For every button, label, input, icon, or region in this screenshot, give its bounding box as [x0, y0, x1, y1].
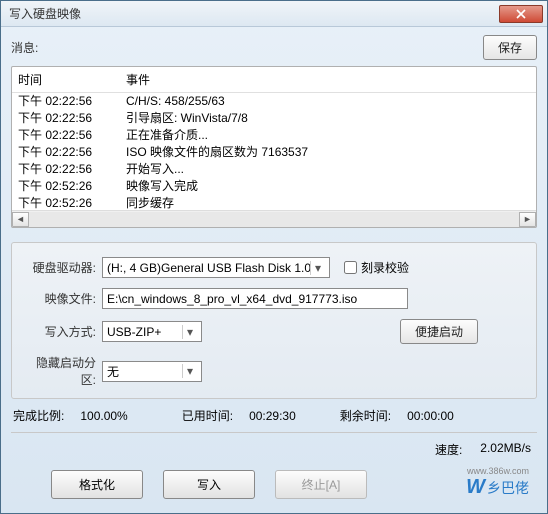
- remain-value: 00:00:00: [407, 409, 454, 423]
- titlebar: 写入硬盘映像: [1, 1, 547, 27]
- window-title: 写入硬盘映像: [9, 5, 499, 22]
- abort-button: 终止[A]: [275, 470, 367, 499]
- image-path-input[interactable]: [102, 288, 408, 309]
- done-label: 完成比例:: [13, 407, 64, 424]
- drive-select[interactable]: (H:, 4 GB)General USB Flash Disk 1.00 ▾: [102, 257, 330, 278]
- log-row: 下午 02:52:26同步缓存: [18, 195, 530, 210]
- timing-row: 完成比例: 100.00% 已用时间: 00:29:30 剩余时间: 00:00…: [11, 407, 537, 424]
- brand-text: 乡巴佬: [487, 478, 529, 498]
- drive-label: 硬盘驱动器:: [22, 259, 102, 276]
- log-row-event: 开始写入...: [126, 161, 184, 178]
- speed-value: 2.02MB/s: [480, 441, 531, 458]
- log-row-event: C/H/S: 458/255/63: [126, 93, 225, 110]
- verify-label: 刻录校验: [361, 259, 409, 276]
- scroll-track[interactable]: [29, 212, 519, 227]
- log-row: 下午 02:22:56正在准备介质...: [18, 127, 530, 144]
- log-row-time: 下午 02:52:26: [18, 195, 126, 210]
- elapsed-label: 已用时间:: [182, 407, 233, 424]
- method-label: 写入方式:: [22, 323, 102, 340]
- hidden-select[interactable]: 无 ▾: [102, 361, 202, 382]
- log-row-time: 下午 02:52:26: [18, 178, 126, 195]
- log-row: 下午 02:22:56C/H/S: 458/255/63: [18, 93, 530, 110]
- quickboot-button[interactable]: 便捷启动: [400, 319, 478, 344]
- log-row-event: ISO 映像文件的扇区数为 7163537: [126, 144, 308, 161]
- verify-checkbox-input[interactable]: [344, 261, 357, 274]
- brand: www.386w.com W 乡巴佬: [466, 476, 529, 499]
- hidden-label: 隐藏启动分区:: [22, 354, 102, 388]
- log-row-event: 引导扇区: WinVista/7/8: [126, 110, 248, 127]
- log-row-time: 下午 02:22:56: [18, 144, 126, 161]
- log-row: 下午 02:22:56开始写入...: [18, 161, 530, 178]
- log-body: 下午 02:22:56C/H/S: 458/255/63下午 02:22:56引…: [12, 93, 536, 210]
- log-row: 下午 02:22:56ISO 映像文件的扇区数为 7163537: [18, 144, 530, 161]
- speed-label: 速度:: [435, 441, 462, 458]
- log-row-event: 映像写入完成: [126, 178, 198, 195]
- write-button[interactable]: 写入: [163, 470, 255, 499]
- speed-row: 速度: 2.02MB/s: [11, 433, 537, 458]
- format-button[interactable]: 格式化: [51, 470, 143, 499]
- log-row-time: 下午 02:22:56: [18, 93, 126, 110]
- settings-group: 硬盘驱动器: (H:, 4 GB)General USB Flash Disk …: [11, 242, 537, 399]
- method-select[interactable]: USB-ZIP+ ▾: [102, 321, 202, 342]
- log-row-time: 下午 02:22:56: [18, 110, 126, 127]
- log-row-event: 正在准备介质...: [126, 127, 208, 144]
- scroll-left-arrow[interactable]: ◄: [12, 212, 29, 227]
- horizontal-scrollbar[interactable]: ◄ ►: [12, 210, 536, 227]
- chevron-down-icon: ▾: [310, 261, 325, 275]
- button-row: 格式化 写入 终止[A] www.386w.com W 乡巴佬: [11, 458, 537, 503]
- done-value: 100.00%: [80, 409, 127, 423]
- log-row-time: 下午 02:22:56: [18, 161, 126, 178]
- scroll-right-arrow[interactable]: ►: [519, 212, 536, 227]
- image-label: 映像文件:: [22, 290, 102, 307]
- log-row: 下午 02:52:26映像写入完成: [18, 178, 530, 195]
- message-label: 消息:: [11, 39, 38, 56]
- brand-url: www.386w.com: [467, 466, 529, 476]
- chevron-down-icon: ▾: [182, 325, 197, 339]
- log-row: 下午 02:22:56引导扇区: WinVista/7/8: [18, 110, 530, 127]
- save-button[interactable]: 保存: [483, 35, 537, 60]
- log-header-event: 事件: [126, 71, 530, 88]
- verify-checkbox[interactable]: 刻录校验: [344, 259, 409, 276]
- log-header-time: 时间: [18, 71, 126, 88]
- close-icon: [516, 9, 526, 19]
- elapsed-value: 00:29:30: [249, 409, 296, 423]
- remain-label: 剩余时间:: [340, 407, 391, 424]
- close-button[interactable]: [499, 5, 543, 23]
- log-panel: 时间 事件 下午 02:22:56C/H/S: 458/255/63下午 02:…: [11, 66, 537, 228]
- log-row-time: 下午 02:22:56: [18, 127, 126, 144]
- chevron-down-icon: ▾: [182, 364, 197, 378]
- brand-logo-icon: W: [466, 476, 485, 499]
- log-row-event: 同步缓存: [126, 195, 174, 210]
